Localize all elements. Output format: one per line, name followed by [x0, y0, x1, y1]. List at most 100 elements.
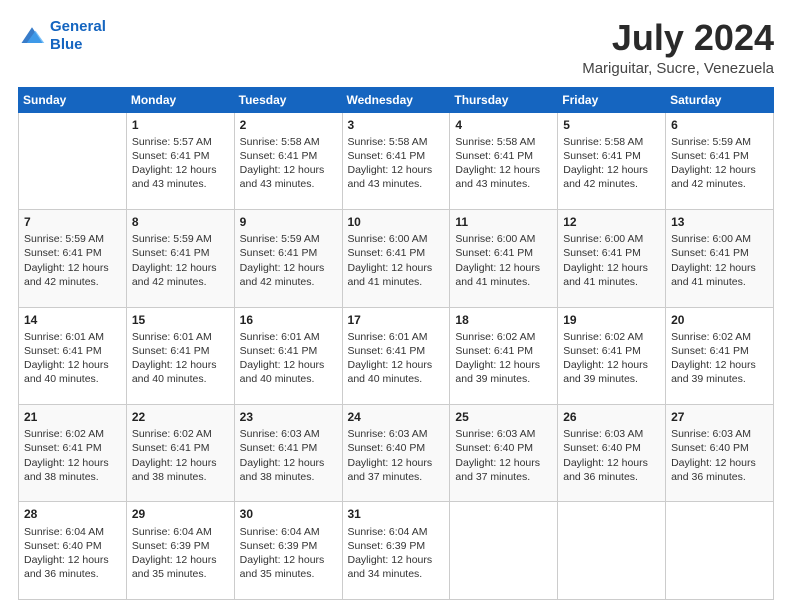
- calendar-day-cell: 16 Sunrise: 6:01 AM Sunset: 6:41 PM Dayli…: [234, 307, 342, 404]
- day-number: 27: [671, 409, 768, 425]
- day-info: Sunrise: 6:02 AM Sunset: 6:41 PM Dayligh…: [455, 330, 552, 387]
- day-number: 16: [240, 312, 337, 328]
- day-number: 9: [240, 214, 337, 230]
- calendar-day-cell: 27 Sunrise: 6:03 AM Sunset: 6:40 PM Dayli…: [666, 405, 774, 502]
- weekday-header: Thursday: [450, 87, 558, 112]
- day-info: Sunrise: 6:02 AM Sunset: 6:41 PM Dayligh…: [132, 427, 229, 484]
- logo-line2: Blue: [50, 36, 83, 53]
- calendar-day-cell: 12 Sunrise: 6:00 AM Sunset: 6:41 PM Dayli…: [558, 210, 666, 307]
- day-info: Sunrise: 5:59 AM Sunset: 6:41 PM Dayligh…: [240, 232, 337, 289]
- weekday-header: Saturday: [666, 87, 774, 112]
- day-number: 3: [348, 117, 445, 133]
- day-number: 25: [455, 409, 552, 425]
- day-info: Sunrise: 6:00 AM Sunset: 6:41 PM Dayligh…: [671, 232, 768, 289]
- calendar-week-row: 7 Sunrise: 5:59 AM Sunset: 6:41 PM Daylig…: [19, 210, 774, 307]
- day-info: Sunrise: 6:01 AM Sunset: 6:41 PM Dayligh…: [240, 330, 337, 387]
- calendar-day-cell: 14 Sunrise: 6:01 AM Sunset: 6:41 PM Dayli…: [19, 307, 127, 404]
- calendar-day-cell: 6Sunrise: 5:59 AM Sunset: 6:41 PM Daylig…: [666, 112, 774, 209]
- calendar-day-cell: [19, 112, 127, 209]
- day-number: 30: [240, 506, 337, 522]
- calendar-table: SundayMondayTuesdayWednesdayThursdayFrid…: [18, 87, 774, 600]
- calendar-day-cell: 18Sunrise: 6:02 AM Sunset: 6:41 PM Dayli…: [450, 307, 558, 404]
- calendar-day-cell: 10Sunrise: 6:00 AM Sunset: 6:41 PM Dayli…: [342, 210, 450, 307]
- calendar-day-cell: 11Sunrise: 6:00 AM Sunset: 6:41 PM Dayli…: [450, 210, 558, 307]
- calendar-week-row: 14 Sunrise: 6:01 AM Sunset: 6:41 PM Dayli…: [19, 307, 774, 404]
- weekday-header: Wednesday: [342, 87, 450, 112]
- day-info: Sunrise: 5:58 AM Sunset: 6:41 PM Dayligh…: [563, 135, 660, 192]
- weekday-header: Monday: [126, 87, 234, 112]
- day-number: 5: [563, 117, 660, 133]
- logo-line1: General: [50, 18, 106, 35]
- day-number: 28: [24, 506, 121, 522]
- day-info: Sunrise: 6:04 AM Sunset: 6:39 PM Dayligh…: [240, 525, 337, 582]
- day-info: Sunrise: 6:04 AM Sunset: 6:39 PM Dayligh…: [132, 525, 229, 582]
- day-info: Sunrise: 6:04 AM Sunset: 6:39 PM Dayligh…: [348, 525, 445, 582]
- day-number: 31: [348, 506, 445, 522]
- calendar-day-cell: 4 Sunrise: 5:58 AM Sunset: 6:41 PM Daylig…: [450, 112, 558, 209]
- calendar-header-row: SundayMondayTuesdayWednesdayThursdayFrid…: [19, 87, 774, 112]
- logo-icon: [18, 22, 46, 50]
- day-number: 2: [240, 117, 337, 133]
- day-info: Sunrise: 6:03 AM Sunset: 6:40 PM Dayligh…: [671, 427, 768, 484]
- day-number: 10: [348, 214, 445, 230]
- calendar-day-cell: 24 Sunrise: 6:03 AM Sunset: 6:40 PM Dayli…: [342, 405, 450, 502]
- day-info: Sunrise: 5:58 AM Sunset: 6:41 PM Dayligh…: [348, 135, 445, 192]
- calendar-day-cell: 25 Sunrise: 6:03 AM Sunset: 6:40 PM Dayli…: [450, 405, 558, 502]
- day-info: Sunrise: 5:58 AM Sunset: 6:41 PM Dayligh…: [455, 135, 552, 192]
- day-number: 21: [24, 409, 121, 425]
- calendar-day-cell: 28Sunrise: 6:04 AM Sunset: 6:40 PM Dayli…: [19, 502, 127, 600]
- day-number: 4: [455, 117, 552, 133]
- calendar-day-cell: 21Sunrise: 6:02 AM Sunset: 6:41 PM Dayli…: [19, 405, 127, 502]
- calendar-week-row: 28Sunrise: 6:04 AM Sunset: 6:40 PM Dayli…: [19, 502, 774, 600]
- day-number: 23: [240, 409, 337, 425]
- day-number: 24: [348, 409, 445, 425]
- day-number: 26: [563, 409, 660, 425]
- day-info: Sunrise: 6:02 AM Sunset: 6:41 PM Dayligh…: [671, 330, 768, 387]
- day-info: Sunrise: 6:03 AM Sunset: 6:40 PM Dayligh…: [455, 427, 552, 484]
- day-info: Sunrise: 6:01 AM Sunset: 6:41 PM Dayligh…: [348, 330, 445, 387]
- weekday-header: Tuesday: [234, 87, 342, 112]
- day-info: Sunrise: 5:57 AM Sunset: 6:41 PM Dayligh…: [132, 135, 229, 192]
- day-number: 12: [563, 214, 660, 230]
- day-number: 17: [348, 312, 445, 328]
- day-info: Sunrise: 6:01 AM Sunset: 6:41 PM Dayligh…: [132, 330, 229, 387]
- day-info: Sunrise: 6:03 AM Sunset: 6:41 PM Dayligh…: [240, 427, 337, 484]
- day-info: Sunrise: 5:58 AM Sunset: 6:41 PM Dayligh…: [240, 135, 337, 192]
- calendar-day-cell: 19 Sunrise: 6:02 AM Sunset: 6:41 PM Dayli…: [558, 307, 666, 404]
- day-info: Sunrise: 6:01 AM Sunset: 6:41 PM Dayligh…: [24, 330, 121, 387]
- day-info: Sunrise: 6:00 AM Sunset: 6:41 PM Dayligh…: [455, 232, 552, 289]
- weekday-header: Friday: [558, 87, 666, 112]
- calendar-day-cell: 17 Sunrise: 6:01 AM Sunset: 6:41 PM Dayli…: [342, 307, 450, 404]
- day-number: 19: [563, 312, 660, 328]
- day-info: Sunrise: 6:02 AM Sunset: 6:41 PM Dayligh…: [563, 330, 660, 387]
- calendar-week-row: 21 Sunrise: 6:02 AM Sunset: 6:41 PM Dayli…: [19, 405, 774, 502]
- calendar-day-cell: 15 Sunrise: 6:01 AM Sunset: 6:41 PM Dayli…: [126, 307, 234, 404]
- calendar-day-cell: 13 Sunrise: 6:00 AM Sunset: 6:41 PM Dayli…: [666, 210, 774, 307]
- day-number: 13: [671, 214, 768, 230]
- calendar-day-cell: 5 Sunrise: 5:58 AM Sunset: 6:41 PM Daylig…: [558, 112, 666, 209]
- calendar-day-cell: 30 Sunrise: 6:04 AM Sunset: 6:39 PM Dayli…: [234, 502, 342, 600]
- title-block: July 2024 Mariguitar, Sucre, Venezuela: [582, 18, 774, 77]
- day-number: 14: [24, 312, 121, 328]
- calendar-day-cell: 3 Sunrise: 5:58 AM Sunset: 6:41 PM Daylig…: [342, 112, 450, 209]
- calendar-day-cell: 8Sunrise: 5:59 AM Sunset: 6:41 PM Daylig…: [126, 210, 234, 307]
- day-number: 15: [132, 312, 229, 328]
- calendar-day-cell: 26 Sunrise: 6:03 AM Sunset: 6:40 PM Dayli…: [558, 405, 666, 502]
- day-number: 20: [671, 312, 768, 328]
- header: General Blue July 2024 Mariguitar, Sucre…: [18, 18, 774, 77]
- day-info: Sunrise: 6:03 AM Sunset: 6:40 PM Dayligh…: [563, 427, 660, 484]
- logo: General Blue: [18, 18, 106, 54]
- calendar-week-row: 1 Sunrise: 5:57 AM Sunset: 6:41 PM Daylig…: [19, 112, 774, 209]
- day-number: 22: [132, 409, 229, 425]
- day-number: 7: [24, 214, 121, 230]
- page: General Blue July 2024 Mariguitar, Sucre…: [0, 0, 792, 612]
- day-number: 1: [132, 117, 229, 133]
- day-info: Sunrise: 6:00 AM Sunset: 6:41 PM Dayligh…: [563, 232, 660, 289]
- day-info: Sunrise: 6:03 AM Sunset: 6:40 PM Dayligh…: [348, 427, 445, 484]
- day-info: Sunrise: 5:59 AM Sunset: 6:41 PM Dayligh…: [132, 232, 229, 289]
- day-info: Sunrise: 5:59 AM Sunset: 6:41 PM Dayligh…: [671, 135, 768, 192]
- calendar-day-cell: 1 Sunrise: 5:57 AM Sunset: 6:41 PM Daylig…: [126, 112, 234, 209]
- calendar-day-cell: 9 Sunrise: 5:59 AM Sunset: 6:41 PM Daylig…: [234, 210, 342, 307]
- logo-text: General Blue: [50, 18, 106, 54]
- calendar-day-cell: [450, 502, 558, 600]
